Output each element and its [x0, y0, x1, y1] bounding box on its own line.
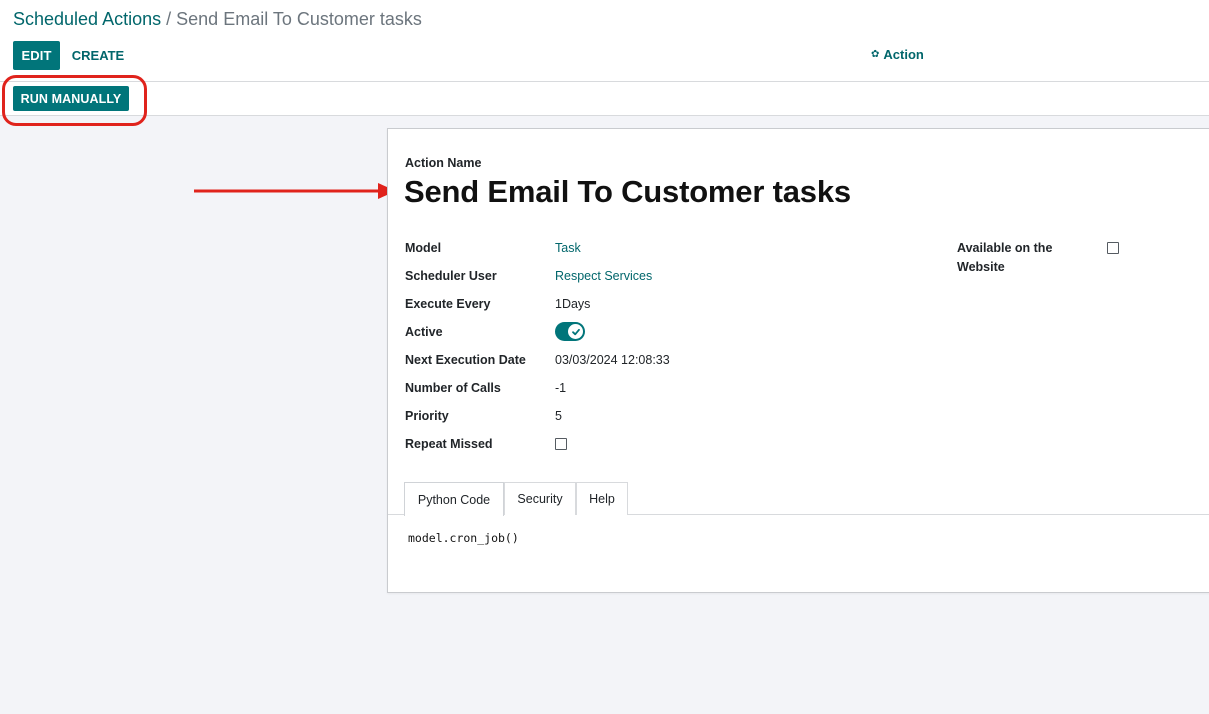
priority-label: Priority — [405, 409, 449, 423]
execute-every-value: 1Days — [555, 297, 591, 311]
python-code-content[interactable]: model.cron_job() — [408, 531, 519, 545]
active-label: Active — [405, 325, 443, 339]
action-name-title: Send Email To Customer tasks — [404, 174, 851, 209]
model-value[interactable]: Task — [555, 238, 581, 258]
breadcrumb: Scheduled Actions / Send Email To Custom… — [13, 9, 422, 29]
tab-python-code[interactable]: Python Code — [404, 482, 504, 516]
tab-security[interactable]: Security — [504, 482, 576, 515]
action-menu-label: Action — [883, 47, 924, 62]
number-of-calls-value: -1 — [555, 381, 567, 395]
execute-every-label: Execute Every — [405, 297, 491, 311]
breadcrumb-separator: / — [166, 9, 172, 29]
field-repeat-missed: Repeat Missed — [405, 434, 605, 454]
available-on-website-checkbox[interactable] — [1107, 242, 1119, 254]
create-button[interactable]: CREATE — [66, 41, 130, 70]
repeat-missed-label: Repeat Missed — [405, 437, 493, 451]
available-on-website-label: Available on the Website — [957, 241, 1053, 274]
priority-value: 5 — [555, 409, 562, 423]
breadcrumb-scheduled-actions[interactable]: Scheduled Actions — [13, 9, 161, 29]
control-panel: Scheduled Actions / Send Email To Custom… — [0, 0, 1209, 82]
check-icon — [568, 324, 583, 339]
repeat-missed-checkbox[interactable] — [555, 438, 567, 450]
model-label: Model — [405, 241, 442, 255]
edit-button[interactable]: EDIT — [13, 41, 60, 70]
number-of-calls-label: Number of Calls — [405, 381, 501, 395]
action-name-label: Action Name — [405, 156, 482, 170]
next-execution-date-value: 03/03/2024 12:08:33 — [555, 353, 670, 367]
statusbar — [0, 82, 1209, 116]
form-sheet: Action Name Send Email To Customer tasks… — [387, 128, 1209, 593]
run-manually-button[interactable]: RUN MANUALLY — [13, 86, 129, 111]
notebook-tabs: Python Code Security Help — [388, 482, 1209, 516]
scheduler-user-value[interactable]: Respect Services — [555, 266, 652, 286]
next-execution-date-label: Next Execution Date — [405, 353, 526, 367]
scheduler-user-label: Scheduler User — [405, 269, 497, 283]
breadcrumb-current: Send Email To Customer tasks — [176, 9, 422, 29]
tab-help[interactable]: Help — [576, 482, 628, 515]
annotation-arrow — [194, 183, 396, 199]
field-active: Active — [405, 322, 605, 342]
gear-icon: ✿ — [871, 49, 880, 60]
action-menu[interactable]: ✿ Action — [871, 47, 924, 62]
active-toggle[interactable] — [555, 322, 585, 341]
